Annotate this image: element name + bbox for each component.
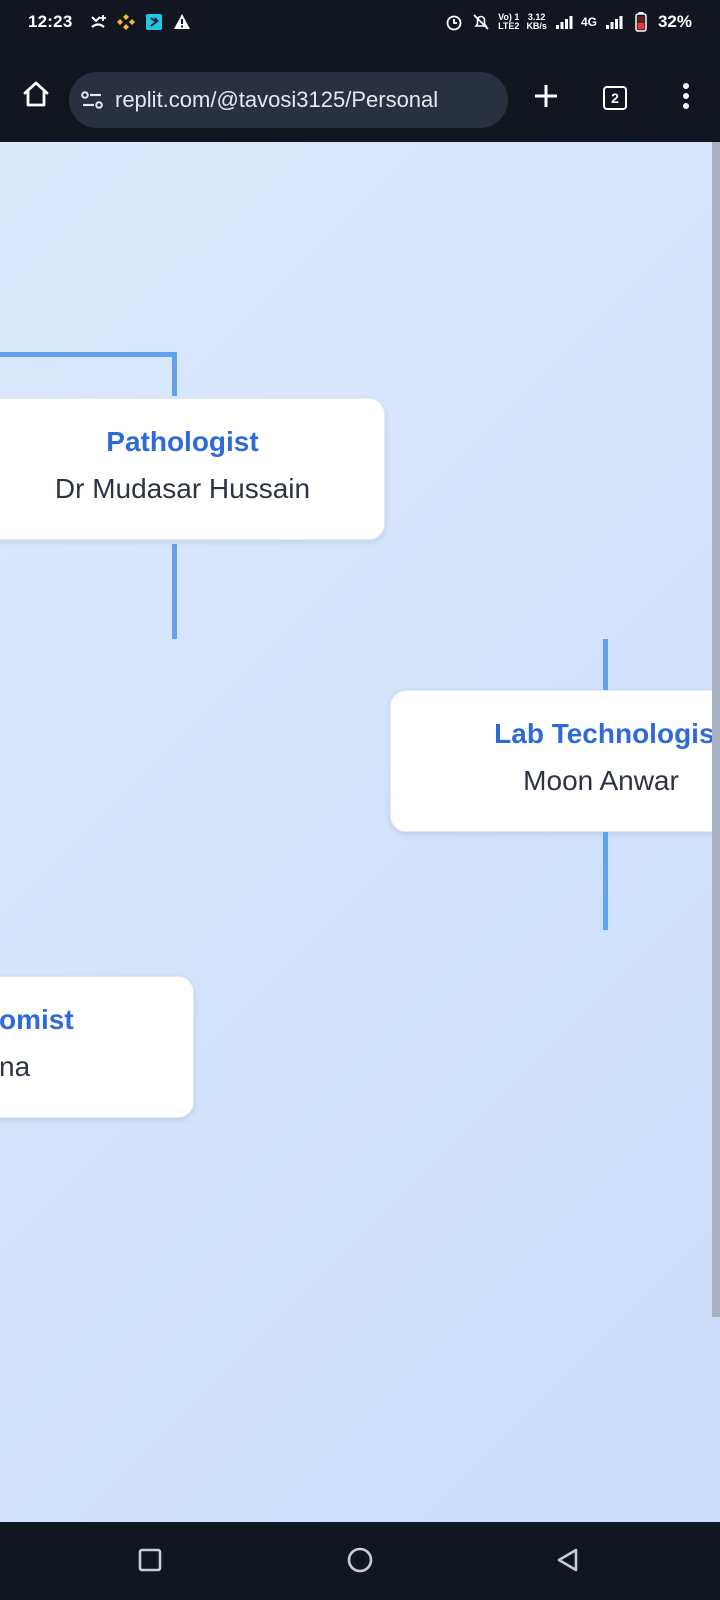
alarm-icon [444,12,464,32]
signal-icon-2 [604,12,624,32]
connector-line [0,352,177,357]
status-bar: 12:23 Vo) 1 LTE2 3.12 KB/s 4G 32% [0,0,720,46]
more-vert-icon [683,83,689,109]
tab-switcher-button[interactable]: 2 [603,86,627,110]
more-menu-button[interactable] [666,74,706,118]
recents-button[interactable] [128,1538,172,1582]
card-role: omist [0,1004,74,1035]
warning-icon [172,12,192,32]
connector-line [603,832,608,930]
partial-role-card[interactable]: omist na [0,976,194,1118]
address-bar[interactable]: replit.com/@tavosi3125/Personal [69,72,508,128]
lab-technologist-card[interactable]: Lab Technologist Moon Anwar [390,690,720,832]
notification-icons [88,12,192,32]
speed-unit: KB/s [526,21,547,31]
card-name: Moon Anwar [523,765,679,796]
url-text: replit.com/@tavosi3125/Personal [115,87,439,112]
binance-icon [116,12,136,32]
connector-line [603,639,608,691]
battery-percent: 32% [657,12,692,31]
connector-line [172,544,177,639]
home-nav-button[interactable] [338,1538,382,1582]
circle-icon [347,1547,373,1573]
connector-line [172,352,177,396]
home-icon [23,81,49,107]
volte-line-2: LTE2 [498,21,520,31]
mute-icon [471,12,491,32]
card-name: Dr Mudasar Hussain [54,473,311,504]
back-triangle-icon [557,1548,578,1572]
app-icon [144,12,164,32]
system-nav-bar [0,1522,720,1600]
battery-icon [631,12,651,32]
volte-indicator: Vo) 1 LTE2 [498,13,519,31]
system-icons: Vo) 1 LTE2 3.12 KB/s 4G 32% [444,12,692,32]
network-type: 4G [580,14,597,29]
org-chart-canvas[interactable]: Pathologist Dr Mudasar Hussain Lab Techn… [0,142,720,1522]
browser-toolbar: replit.com/@tavosi3125/Personal 2 [0,46,720,142]
card-role: Pathologist [106,426,259,457]
plus-icon [535,85,557,107]
new-tab-button[interactable] [524,74,568,118]
square-icon [138,1548,162,1572]
card-name: na [0,1051,31,1082]
pathologist-card[interactable]: Pathologist Dr Mudasar Hussain [0,398,385,540]
home-button[interactable] [14,72,58,116]
site-info-icon[interactable] [79,87,105,113]
network-speed: 3.12 KB/s [526,13,547,31]
signal-icon [554,12,574,32]
status-time: 12:23 [28,12,73,31]
page-scrollbar[interactable] [712,142,720,1317]
back-button[interactable] [546,1538,590,1582]
missed-call-icon [88,12,108,32]
card-role: Lab Technologist [494,718,720,749]
